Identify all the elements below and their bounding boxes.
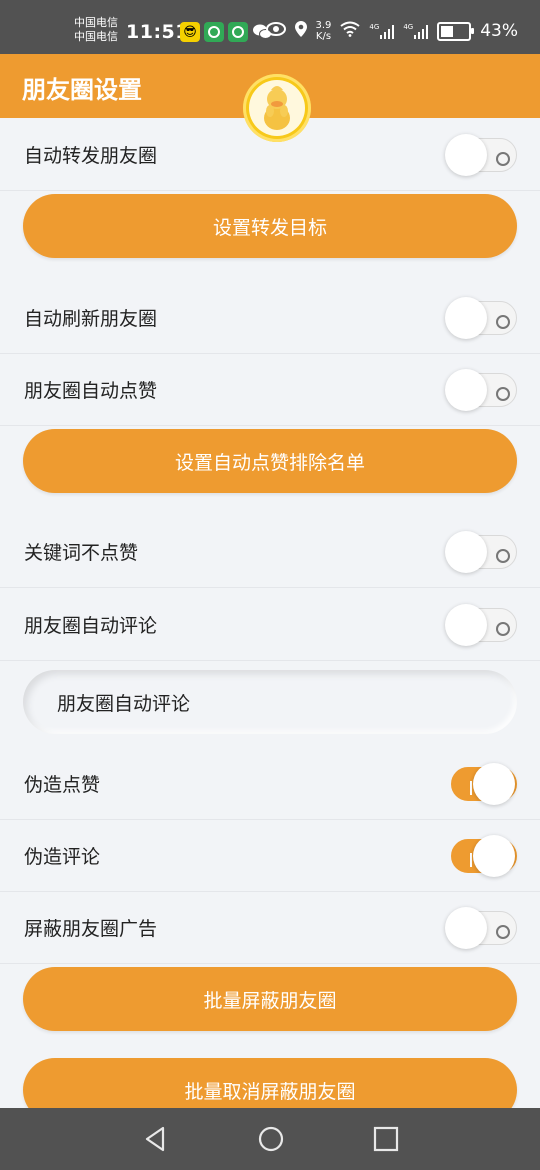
carrier-1: 中国电信 <box>74 16 118 29</box>
signal-icon-1: 4G <box>369 23 395 39</box>
batch-block-button[interactable]: 批量屏蔽朋友圈 <box>23 967 517 1031</box>
signal-icon-2: 4G <box>403 23 429 39</box>
toggle-knob <box>445 369 487 411</box>
keyword-no-like-toggle[interactable] <box>445 531 517 573</box>
on-indicator-icon <box>470 853 472 867</box>
setting-row-auto-refresh: 自动刷新朋友圈 <box>0 281 540 354</box>
recents-icon[interactable] <box>371 1124 401 1154</box>
auto-like-label: 朋友圈自动点赞 <box>24 380 158 402</box>
speed-unit: K/s <box>315 31 332 42</box>
toggle-knob <box>445 134 487 176</box>
sunglasses-app-icon: 😎 <box>180 22 200 42</box>
net-type-2: 4G <box>403 23 414 31</box>
status-bar: 中国电信 中国电信 11:51 😎 3.9 K/s 4G 4G 43% <box>0 0 540 54</box>
off-indicator-icon <box>496 152 510 166</box>
system-nav-bar <box>0 1108 540 1170</box>
back-icon[interactable] <box>141 1124 171 1154</box>
page-title: 朋友圈设置 <box>22 76 142 104</box>
home-icon[interactable] <box>256 1124 286 1154</box>
setting-row-keyword-no-like: 关键词不点赞 <box>0 515 540 588</box>
avatar[interactable] <box>243 74 311 142</box>
fake-like-label: 伪造点赞 <box>24 774 101 796</box>
setting-row-block-ads: 屏蔽朋友圈广告 <box>0 891 540 964</box>
green-app-icon <box>204 22 224 42</box>
auto-comment-label: 朋友圈自动评论 <box>24 615 158 637</box>
fake-like-toggle[interactable] <box>445 763 517 805</box>
toggle-knob <box>445 531 487 573</box>
auto-refresh-toggle[interactable] <box>445 297 517 339</box>
status-right: 3.9 K/s 4G 4G 43% <box>265 20 518 42</box>
keyword-no-like-label: 关键词不点赞 <box>24 542 139 564</box>
on-indicator-icon <box>470 781 472 795</box>
toggle-knob <box>445 604 487 646</box>
auto-refresh-label: 自动刷新朋友圈 <box>24 308 158 330</box>
off-indicator-icon <box>496 315 510 329</box>
setting-row-fake-like: 伪造点赞 <box>0 747 540 820</box>
off-indicator-icon <box>496 622 510 636</box>
auto-forward-label: 自动转发朋友圈 <box>24 145 158 167</box>
off-indicator-icon <box>496 549 510 563</box>
setting-row-auto-comment: 朋友圈自动评论 <box>0 588 540 661</box>
fake-comment-label: 伪造评论 <box>24 846 101 868</box>
off-indicator-icon <box>496 925 510 939</box>
net-type-1: 4G <box>369 23 380 31</box>
set-forward-target-button[interactable]: 设置转发目标 <box>23 194 517 258</box>
battery-percent: 43% <box>480 21 518 41</box>
toggle-knob <box>473 835 515 877</box>
eye-icon <box>265 21 286 41</box>
block-ads-toggle[interactable] <box>445 907 517 949</box>
toggle-knob <box>445 907 487 949</box>
battery-icon <box>437 21 475 41</box>
carrier-2: 中国电信 <box>74 30 118 43</box>
carrier-info: 中国电信 中国电信 <box>74 16 118 44</box>
toggle-knob <box>473 763 515 805</box>
set-like-exclude-button[interactable]: 设置自动点赞排除名单 <box>23 429 517 493</box>
auto-like-toggle[interactable] <box>445 369 517 411</box>
notification-icons: 😎 <box>180 22 272 42</box>
off-indicator-icon <box>496 387 510 401</box>
block-ads-label: 屏蔽朋友圈广告 <box>24 918 158 940</box>
setting-row-auto-like: 朋友圈自动点赞 <box>0 353 540 426</box>
auto-comment-text-field[interactable] <box>23 670 517 734</box>
wifi-icon <box>340 21 361 42</box>
duck-mascot-icon <box>249 80 305 136</box>
network-speed: 3.9 K/s <box>316 20 332 42</box>
setting-row-fake-comment: 伪造评论 <box>0 819 540 892</box>
fake-comment-toggle[interactable] <box>445 835 517 877</box>
auto-forward-toggle[interactable] <box>445 134 517 176</box>
speed-value: 3.9 <box>315 20 332 31</box>
auto-comment-toggle[interactable] <box>445 604 517 646</box>
toggle-knob <box>445 297 487 339</box>
location-icon <box>294 20 307 42</box>
green-app-icon-2 <box>228 22 248 42</box>
